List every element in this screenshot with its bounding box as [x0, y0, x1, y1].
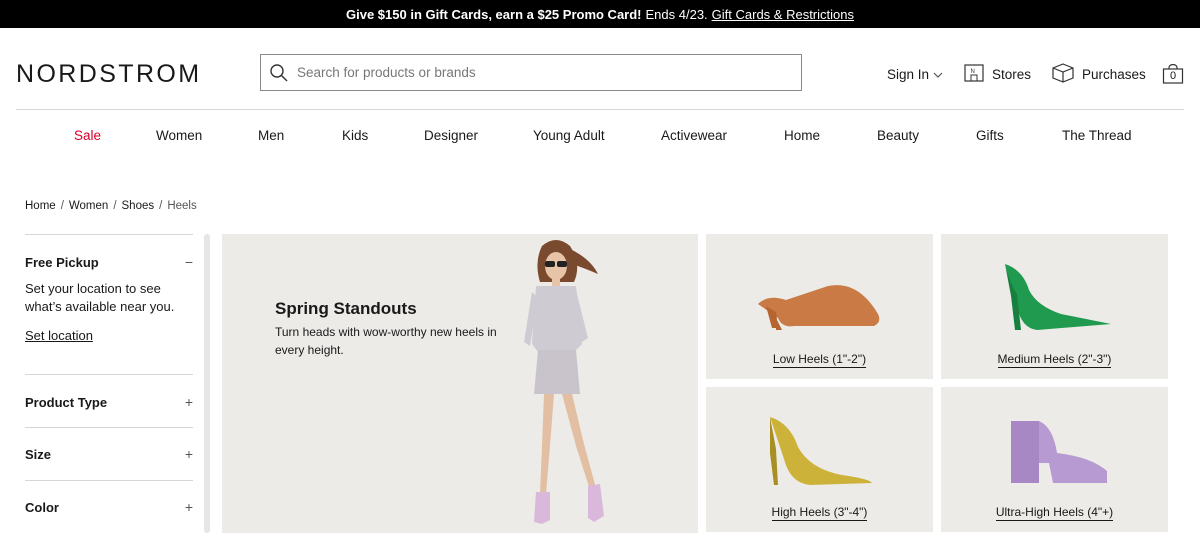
main-nav: Sale Women Men Kids Designer Young Adult… [0, 128, 1200, 146]
filter-size[interactable]: Size + [25, 428, 193, 480]
nav-item-young-adult[interactable]: Young Adult [533, 128, 605, 143]
shopping-bag-button[interactable]: 0 [1162, 64, 1184, 84]
filter-label: Size [25, 446, 52, 462]
nordstrom-logo[interactable]: NORDSTROM [16, 60, 201, 89]
promo-banner: Give $150 in Gift Cards, earn a $25 Prom… [0, 0, 1200, 28]
filter-product-type[interactable]: Product Type + [25, 375, 193, 427]
stores-button[interactable]: N Stores [964, 63, 1032, 85]
free-pickup-title: Free Pickup [25, 254, 99, 270]
tile-label: High Heels (3"-4") [771, 505, 868, 521]
filter-color[interactable]: Color + [25, 481, 193, 533]
nav-item-men[interactable]: Men [258, 128, 284, 143]
tile-label: Medium Heels (2"-3") [997, 352, 1112, 368]
nav-item-kids[interactable]: Kids [342, 128, 368, 143]
free-pickup-text: Set your location to see what’s availabl… [25, 281, 175, 314]
breadcrumb-separator: / [60, 200, 64, 212]
bag-count: 0 [1169, 70, 1177, 82]
breadcrumb-separator: / [159, 200, 163, 212]
hero-subtitle: Turn heads with wow-worthy new heels in … [275, 325, 497, 357]
model-image [524, 240, 604, 524]
plus-icon: + [184, 446, 193, 462]
stores-label: Stores [992, 66, 1032, 82]
nav-item-beauty[interactable]: Beauty [877, 128, 919, 143]
hero-title: Spring Standouts [275, 299, 417, 318]
store-icon: N [964, 63, 984, 85]
set-location-link[interactable]: Set location [25, 328, 93, 343]
breadcrumb-current: Heels [167, 200, 197, 212]
nav-item-activewear[interactable]: Activewear [661, 128, 727, 143]
free-pickup-toggle[interactable]: Free Pickup − [25, 254, 193, 270]
filter-label: Color [25, 499, 59, 515]
plus-icon: + [184, 394, 193, 410]
search-bar[interactable] [260, 54, 802, 91]
tile-high-heels[interactable]: High Heels (3"-4") [706, 387, 933, 532]
promo-headline: Give $150 in Gift Cards, earn a $25 Prom… [346, 6, 642, 22]
promo-ends: Ends 4/23. [645, 6, 708, 22]
filter-label: Product Type [25, 394, 108, 410]
header-divider [16, 109, 1184, 110]
purchases-label: Purchases [1082, 66, 1146, 82]
breadcrumb: Home / Women / Shoes / Heels [25, 200, 197, 212]
filter-sidebar: Free Pickup − Set your location to see w… [25, 234, 193, 533]
breadcrumb-separator: / [113, 200, 117, 212]
nav-item-home[interactable]: Home [784, 128, 820, 143]
tile-low-heels[interactable]: Low Heels (1"-2") [706, 234, 933, 379]
sign-in-button[interactable]: Sign In [887, 64, 943, 84]
hero-banner[interactable]: Spring Standouts Turn heads with wow-wor… [222, 234, 698, 533]
free-pickup-section: Free Pickup − Set your location to see w… [25, 235, 193, 374]
tile-medium-heels[interactable]: Medium Heels (2"-3") [941, 234, 1168, 379]
shopping-bag-icon: 0 [1162, 64, 1184, 84]
purchases-button[interactable]: Purchases [1052, 62, 1146, 86]
search-input[interactable] [297, 65, 777, 80]
sidebar-scrollbar[interactable] [204, 234, 210, 533]
nav-item-gifts[interactable]: Gifts [976, 128, 1004, 143]
breadcrumb-shoes[interactable]: Shoes [122, 200, 155, 212]
breadcrumb-women[interactable]: Women [69, 200, 108, 212]
sign-in-label: Sign In [887, 66, 930, 82]
box-icon [1052, 62, 1074, 86]
nav-item-sale[interactable]: Sale [74, 128, 101, 143]
nav-item-the-thread[interactable]: The Thread [1062, 128, 1132, 143]
tile-ultra-high-heels[interactable]: Ultra-High Heels (4"+) [941, 387, 1168, 532]
chevron-down-icon [933, 67, 943, 82]
nav-item-designer[interactable]: Designer [424, 128, 478, 143]
gift-cards-restrictions-link[interactable]: Gift Cards & Restrictions [712, 7, 854, 22]
search-icon[interactable] [261, 55, 297, 90]
breadcrumb-home[interactable]: Home [25, 200, 56, 212]
tile-label: Ultra-High Heels (4"+) [995, 505, 1114, 521]
minus-icon: − [184, 254, 193, 270]
nav-item-women[interactable]: Women [156, 128, 202, 143]
tile-label: Low Heels (1"-2") [772, 352, 867, 368]
plus-icon: + [184, 499, 193, 515]
svg-text:N: N [971, 69, 975, 75]
